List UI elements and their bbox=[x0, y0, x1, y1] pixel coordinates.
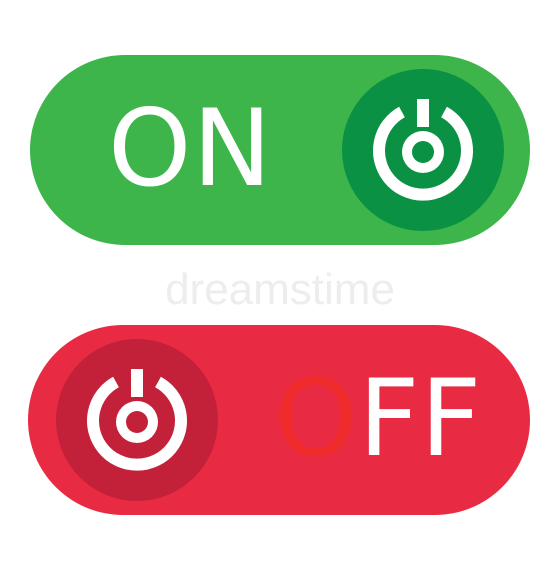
on-knob[interactable] bbox=[342, 69, 504, 231]
power-icon bbox=[373, 99, 473, 201]
off-label-ff: FF bbox=[358, 357, 483, 480]
off-toggle[interactable]: OFF bbox=[28, 325, 530, 515]
on-toggle[interactable]: ON bbox=[30, 55, 530, 245]
svg-text:dreamstime: dreamstime bbox=[165, 265, 395, 314]
off-label: OFF bbox=[274, 364, 482, 474]
power-icon bbox=[87, 369, 187, 471]
watermark: dreamstime bbox=[165, 265, 395, 314]
on-label: ON bbox=[108, 87, 273, 210]
off-knob[interactable] bbox=[56, 339, 218, 501]
off-label-o: O bbox=[274, 357, 359, 480]
